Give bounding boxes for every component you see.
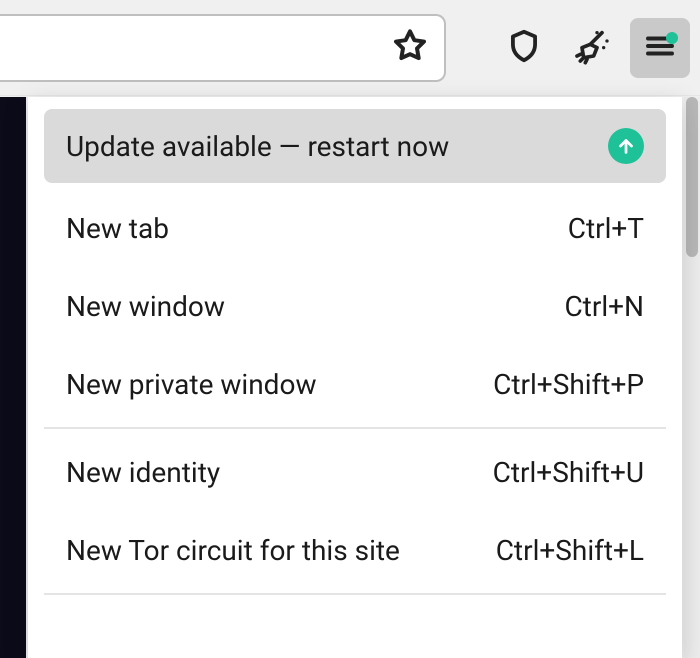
menu-item-new-window[interactable]: New window Ctrl+N [44, 267, 666, 345]
update-label: Update available — restart now [66, 130, 608, 163]
page-content-edge [0, 97, 26, 658]
hamburger-menu-button[interactable] [630, 18, 690, 78]
menu-item-shortcut: Ctrl+Shift+L [478, 534, 644, 567]
broom-icon [572, 26, 612, 70]
menu-item-shortcut: Ctrl+Shift+U [475, 456, 644, 489]
broom-button[interactable] [562, 18, 622, 78]
menu-item-shortcut: Ctrl+T [550, 212, 644, 245]
app-menu-popup: Update available — restart now New tab C… [28, 97, 682, 658]
menu-item-label: New private window [66, 368, 475, 401]
menu-separator [44, 593, 666, 595]
browser-toolbar [0, 0, 700, 96]
menu-item-label: New tab [66, 212, 550, 245]
shield-icon [505, 27, 543, 69]
arrow-up-circle-icon [608, 128, 644, 164]
menu-separator [44, 427, 666, 429]
url-bar[interactable] [0, 14, 446, 82]
menu-item-label: New window [66, 290, 546, 323]
menu-item-shortcut: Ctrl+Shift+P [475, 368, 644, 401]
star-icon[interactable] [390, 26, 430, 70]
menu-item-update-available[interactable]: Update available — restart now [44, 109, 666, 183]
scrollbar-thumb[interactable] [686, 97, 698, 257]
menu-item-label: New identity [66, 456, 475, 489]
menu-item-new-private-window[interactable]: New private window Ctrl+Shift+P [44, 345, 666, 423]
browser-viewport: Update available — restart now New tab C… [0, 0, 700, 658]
menu-item-new-tor-circuit[interactable]: New Tor circuit for this site Ctrl+Shift… [44, 511, 666, 589]
shield-button[interactable] [494, 18, 554, 78]
vertical-scrollbar[interactable] [684, 97, 700, 658]
menu-item-new-tab[interactable]: New tab Ctrl+T [44, 189, 666, 267]
menu-item-new-identity[interactable]: New identity Ctrl+Shift+U [44, 433, 666, 511]
menu-item-label: New Tor circuit for this site [66, 534, 478, 567]
menu-item-shortcut: Ctrl+N [546, 290, 644, 323]
update-indicator-dot [666, 32, 678, 44]
